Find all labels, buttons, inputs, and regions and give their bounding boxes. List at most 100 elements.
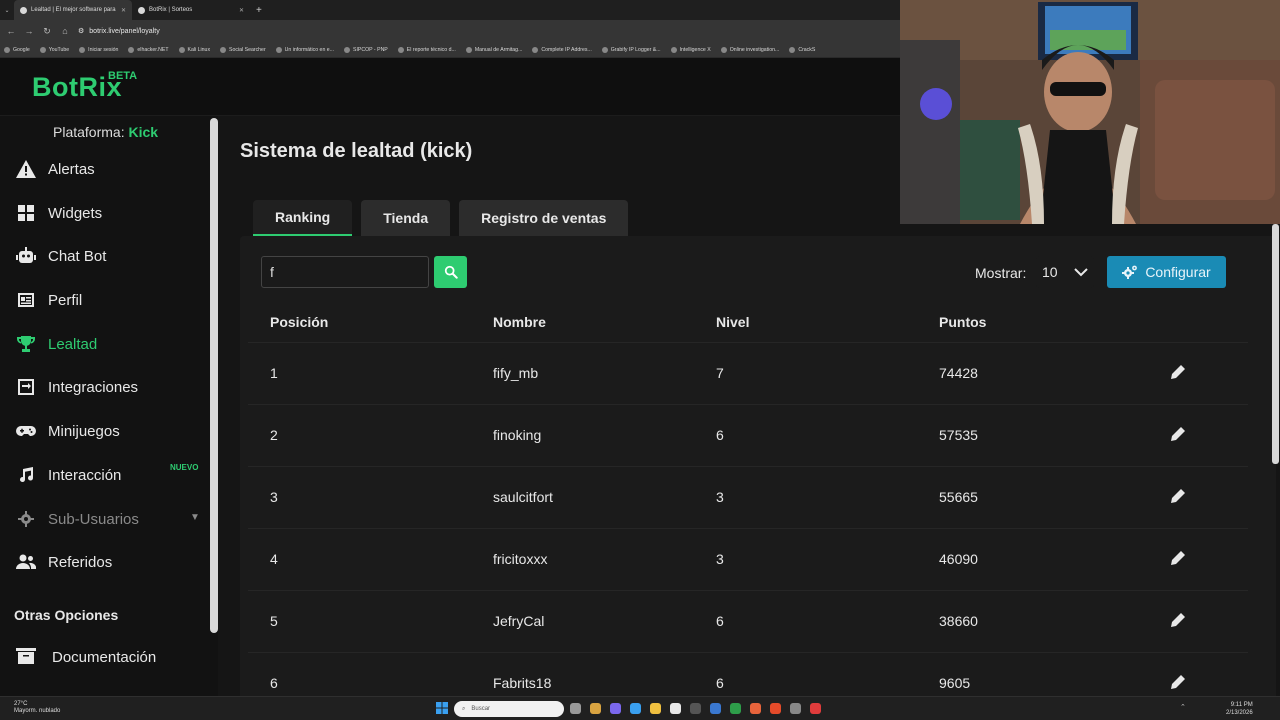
column-header-name[interactable]: Nombre	[493, 314, 546, 330]
edit-icon[interactable]	[1170, 550, 1186, 566]
bookmark-label: El reporte técnico d...	[406, 46, 456, 53]
sidebar-item-perfil[interactable]: Perfil	[16, 289, 82, 311]
column-header-position[interactable]: Posición	[270, 314, 328, 330]
chevron-down-icon[interactable]: ▼	[190, 512, 200, 523]
platform-indicator: Plataforma: Kick	[53, 124, 158, 140]
bookmark-label: elhacker.NET	[137, 46, 169, 53]
bookmark-item[interactable]: SIPCOP - PNP	[343, 46, 388, 53]
taskbar-search-placeholder: Buscar	[471, 706, 491, 712]
home-icon[interactable]: ⌂	[60, 26, 70, 36]
site-info-icon[interactable]: ⚙	[78, 27, 84, 35]
bookmark-item[interactable]: Iniciar sesión	[79, 46, 119, 53]
browser-tab-loyalty[interactable]: Lealtad | El mejor software para ✕	[14, 0, 132, 20]
bookmark-item[interactable]: Kali Linux	[178, 46, 210, 53]
sidebar-item-lealtad[interactable]: Lealtad	[16, 333, 97, 355]
robot-icon	[16, 247, 36, 263]
sidebar-item-minijuegos[interactable]: Minijuegos	[16, 420, 120, 442]
tab-tienda[interactable]: Tienda	[361, 200, 451, 236]
page-scrollbar[interactable]	[1272, 224, 1279, 464]
cell-position: 6	[270, 675, 278, 691]
column-header-level[interactable]: Nivel	[716, 314, 749, 330]
weather-widget[interactable]: 27°C Mayorm. nublado	[14, 701, 60, 715]
bookmark-item[interactable]: elhacker.NET	[128, 46, 169, 53]
back-icon[interactable]: ←	[6, 26, 16, 36]
configure-button[interactable]: Configurar	[1107, 256, 1226, 288]
bookmark-label: Un informático en e...	[284, 46, 334, 53]
bookmark-item[interactable]: Intelligence X	[670, 46, 711, 53]
bookmark-label: Manual de Armitag...	[474, 46, 523, 53]
taskbar-app-icon[interactable]	[650, 703, 661, 714]
bookmark-item[interactable]: Un informático en e...	[275, 46, 334, 53]
show-label: Mostrar:	[975, 265, 1027, 281]
edit-icon[interactable]	[1170, 488, 1186, 504]
windows-start-icon[interactable]	[434, 700, 450, 716]
bookmark-item[interactable]: Complete IP Addres...	[532, 46, 592, 53]
close-icon[interactable]: ✕	[239, 7, 244, 14]
tab-registro-ventas[interactable]: Registro de ventas	[459, 200, 629, 236]
bookmark-item[interactable]: Manual de Armitag...	[465, 46, 523, 53]
tab-menu-icon[interactable]: ⌄	[0, 7, 14, 14]
edit-icon[interactable]	[1170, 364, 1186, 380]
new-badge: NUEVO	[170, 463, 199, 472]
new-tab-button[interactable]: +	[250, 5, 268, 16]
bookmark-label: YouTube	[48, 46, 70, 53]
column-header-points[interactable]: Puntos	[939, 314, 986, 330]
system-tray-icon[interactable]: ⌃	[1180, 703, 1186, 711]
taskbar-app-icon[interactable]	[590, 703, 601, 714]
bookmark-item[interactable]: Social Searcher	[220, 46, 266, 53]
sidebar-item-widgets[interactable]: Widgets	[16, 202, 102, 224]
close-icon[interactable]: ✕	[121, 7, 126, 14]
taskbar-app-icon[interactable]	[770, 703, 781, 714]
bookmark-label: Complete IP Addres...	[541, 46, 592, 53]
other-options-heading: Otras Opciones	[14, 607, 119, 623]
sidebar-item-integraciones[interactable]: Integraciones	[16, 376, 138, 398]
sidebar-scrollbar[interactable]	[210, 118, 218, 633]
taskbar-app-icon[interactable]	[750, 703, 761, 714]
address-bar: ← → ↻ ⌂ ⚙ botrix.live/panel/loyalty	[0, 20, 900, 42]
music-icon	[20, 467, 34, 483]
bookmark-label: Iniciar sesión	[88, 46, 119, 53]
taskbar-app-icon[interactable]	[730, 703, 741, 714]
bookmark-favicon-icon	[39, 46, 46, 53]
cell-level: 6	[716, 613, 724, 629]
sidebar-item-documentacion[interactable]: Documentación	[52, 646, 156, 668]
bookmark-label: Social Searcher	[229, 46, 266, 53]
sidebar-item-chat-bot[interactable]: Chat Bot	[16, 245, 106, 267]
bookmark-item[interactable]: YouTube	[39, 46, 70, 53]
bookmark-item[interactable]: Google	[4, 46, 30, 53]
windows-taskbar: 27°C Mayorm. nublado ⌕ Buscar ⌃ 9:11 PM …	[0, 696, 1280, 720]
taskbar-app-icon[interactable]	[810, 703, 821, 714]
bookmark-item[interactable]: Grabify IP Logger &...	[601, 46, 661, 53]
edit-icon[interactable]	[1170, 612, 1186, 628]
search-input[interactable]: f	[261, 256, 429, 288]
taskbar-app-icon[interactable]	[610, 703, 621, 714]
taskbar-app-icon[interactable]	[570, 703, 581, 714]
forward-icon[interactable]: →	[24, 26, 34, 36]
taskbar-app-icon[interactable]	[710, 703, 721, 714]
url-field[interactable]: ⚙ botrix.live/panel/loyalty	[78, 27, 160, 36]
sidebar-item-sub-usuarios[interactable]: Sub-Usuarios	[16, 508, 139, 530]
taskbar-app-icon[interactable]	[670, 703, 681, 714]
tab-ranking[interactable]: Ranking	[253, 200, 353, 236]
bookmark-favicon-icon	[128, 46, 135, 53]
edit-icon[interactable]	[1170, 674, 1186, 690]
bookmark-item[interactable]: El reporte técnico d...	[397, 46, 456, 53]
sidebar-item-referidos[interactable]: Referidos	[16, 551, 112, 573]
taskbar-app-icon[interactable]	[630, 703, 641, 714]
search-button[interactable]	[434, 256, 467, 288]
search-icon	[444, 265, 458, 279]
page-size-select[interactable]: 10	[1036, 256, 1094, 288]
sidebar-item-interaccion[interactable]: Interacción	[16, 464, 121, 486]
taskbar-app-icon[interactable]	[690, 703, 701, 714]
reload-icon[interactable]: ↻	[42, 26, 52, 37]
taskbar-search[interactable]: ⌕ Buscar	[454, 701, 564, 717]
bookmark-item[interactable]: Online investigation...	[720, 46, 779, 53]
browser-tab-sorteos[interactable]: BotRix | Sorteos ✕	[132, 0, 250, 20]
taskbar-clock[interactable]: 9:11 PM 2/13/2026	[1226, 701, 1253, 717]
bookmark-label: Intelligence X	[679, 46, 711, 53]
edit-icon[interactable]	[1170, 426, 1186, 442]
taskbar-app-icon[interactable]	[790, 703, 801, 714]
cell-name: fify_mb	[493, 365, 539, 381]
sidebar-item-alertas[interactable]: Alertas	[16, 158, 95, 180]
bookmark-item[interactable]: CrackS	[789, 46, 815, 53]
